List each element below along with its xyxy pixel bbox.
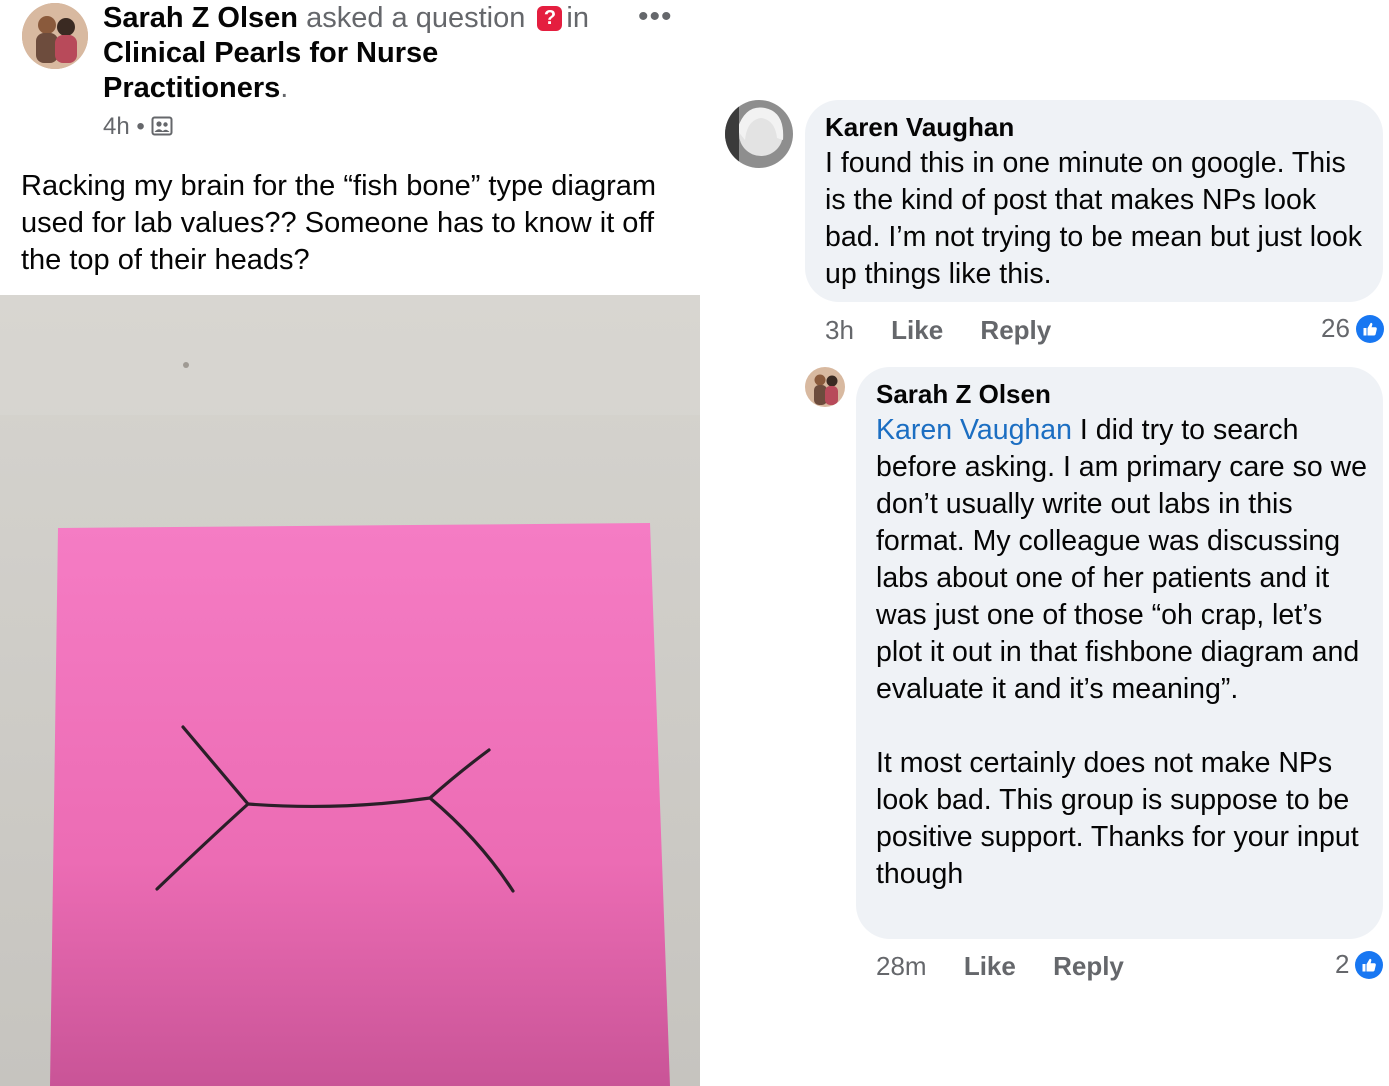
comment-author-avatar[interactable] <box>725 100 793 168</box>
post-action-text: asked a question <box>306 2 526 34</box>
avatar-photo <box>22 3 88 69</box>
post-author-name[interactable]: Sarah Z Olsen <box>103 2 298 34</box>
reply-author-avatar[interactable] <box>805 367 845 407</box>
post-timestamp[interactable]: 4h <box>103 113 130 140</box>
comment-actions: 3h Like Reply <box>825 315 1081 345</box>
sticky-note-fishbone-image <box>0 295 700 1086</box>
thumbs-up-icon <box>1355 314 1384 343</box>
post-meta: 4h • <box>103 112 173 145</box>
reply-button[interactable]: Reply <box>980 315 1051 345</box>
reply-text: Karen Vaughan I did try to search before… <box>876 412 1368 893</box>
question-icon: ? <box>537 6 563 31</box>
reaction-count: 26 <box>1321 313 1350 343</box>
reply-actions: 28m Like Reply <box>876 951 1154 981</box>
comment-author-name[interactable]: Karen Vaughan <box>825 112 1014 142</box>
comment-bubble: Karen Vaughan I found this in one minute… <box>805 100 1383 302</box>
group-privacy-icon <box>151 115 173 145</box>
reply-bubble: Sarah Z Olsen Karen Vaughan I did try to… <box>856 367 1383 939</box>
comment-text: I found this in one minute on google. Th… <box>825 147 1363 290</box>
reply-author-name[interactable]: Sarah Z Olsen <box>876 379 1051 409</box>
avatar-photo <box>805 367 845 407</box>
reply-button[interactable]: Reply <box>1053 951 1124 981</box>
thumbs-up-icon <box>1355 950 1384 979</box>
meta-separator: • <box>136 113 145 140</box>
mention-link[interactable]: Karen Vaughan <box>876 414 1072 446</box>
reaction-count: 2 <box>1335 949 1350 979</box>
post-body-text: Racking my brain for the “fish bone” typ… <box>21 170 657 276</box>
reply-reactions[interactable]: 2 <box>1335 949 1384 980</box>
group-name-link[interactable]: Clinical Pearls for Nurse Practitioners <box>103 37 438 104</box>
group-period: . <box>280 72 289 104</box>
post-header: Sarah Z Olsen asked a question ? in <box>103 0 589 36</box>
like-button[interactable]: Like <box>964 951 1016 981</box>
comment-reactions[interactable]: 26 <box>1321 313 1384 344</box>
reply-timestamp[interactable]: 28m <box>876 951 927 981</box>
avatar-photo <box>725 100 793 168</box>
reply-body: I did try to search before asking. I am … <box>876 414 1368 890</box>
post-photo[interactable] <box>0 295 700 1086</box>
post-author-avatar[interactable] <box>22 3 88 69</box>
post-in-word: in <box>566 2 589 34</box>
comment-timestamp[interactable]: 3h <box>825 315 854 345</box>
more-options-button[interactable]: ••• <box>638 0 673 34</box>
post-group: Clinical Pearls for Nurse Practitioners. <box>103 36 583 106</box>
like-button[interactable]: Like <box>891 315 943 345</box>
